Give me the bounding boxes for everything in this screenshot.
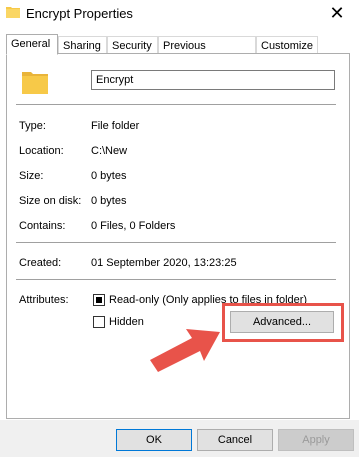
tab-general[interactable]: General	[6, 34, 58, 55]
created-label: Created:	[19, 257, 62, 269]
size-value: 0 bytes	[91, 170, 127, 182]
created-value: 01 September 2020, 13:23:25	[91, 257, 237, 269]
ok-button[interactable]: OK	[116, 429, 192, 451]
close-icon: ✕	[329, 2, 345, 23]
separator	[16, 104, 336, 105]
folder-icon	[6, 7, 20, 18]
tab-sharing[interactable]: Sharing	[58, 36, 107, 54]
highlight-box	[222, 303, 344, 342]
close-button[interactable]: ✕	[322, 2, 352, 24]
contains-label: Contains:	[19, 220, 66, 232]
type-label: Type:	[19, 120, 46, 132]
contains-value: 0 Files, 0 Folders	[91, 220, 176, 232]
location-label: Location:	[19, 145, 64, 157]
apply-button[interactable]: Apply	[278, 429, 354, 451]
tab-security[interactable]: Security	[107, 36, 158, 54]
checkbox-indeterminate-mark	[96, 297, 102, 303]
separator	[16, 242, 336, 243]
attributes-label: Attributes:	[19, 294, 69, 306]
folder-name-input[interactable]	[91, 70, 335, 90]
readonly-checkbox[interactable]	[93, 294, 105, 306]
red-pointer-arrow-icon	[150, 329, 220, 372]
tab-previous-versions[interactable]: Previous Versions	[158, 36, 256, 70]
size-on-disk-value: 0 bytes	[91, 195, 127, 207]
location-value: C:\New	[91, 145, 128, 157]
cancel-button[interactable]: Cancel	[197, 429, 273, 451]
hidden-label: Hidden	[109, 316, 144, 328]
size-on-disk-label: Size on disk:	[19, 195, 82, 207]
type-value: File folder	[91, 120, 140, 132]
tab-customize[interactable]: Customize	[256, 36, 318, 54]
title-bar: Encrypt Properties ✕	[0, 0, 359, 28]
size-label: Size:	[19, 170, 44, 182]
separator	[16, 279, 336, 280]
hidden-checkbox[interactable]	[93, 316, 105, 328]
window-title: Encrypt Properties	[26, 6, 133, 21]
folder-icon	[22, 72, 48, 94]
